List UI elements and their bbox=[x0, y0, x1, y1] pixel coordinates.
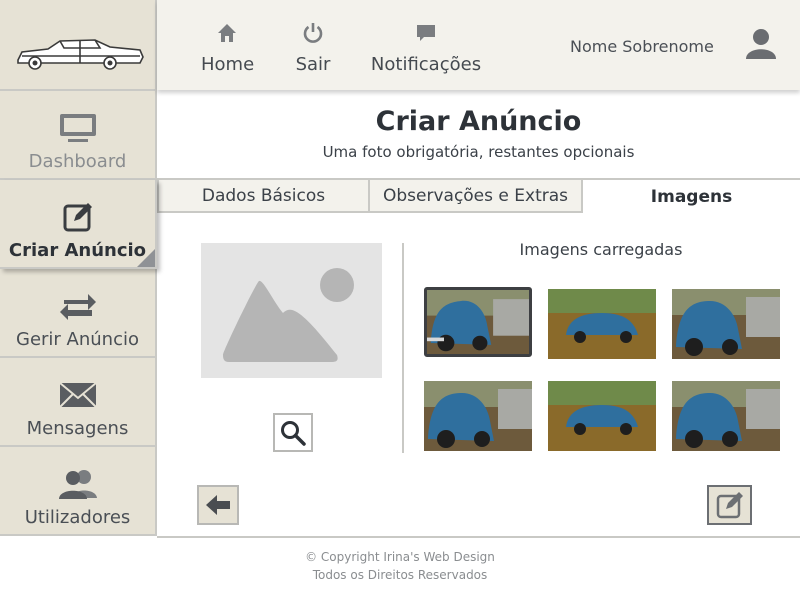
car-logo-icon bbox=[17, 39, 144, 70]
tab-observacoes-extras[interactable]: Observações e Extras bbox=[368, 180, 583, 213]
search-icon bbox=[281, 420, 306, 446]
sidebar-item-gerir-anuncio[interactable]: Gerir Anúncio bbox=[0, 269, 157, 358]
image-placeholder[interactable] bbox=[201, 243, 382, 378]
footer: © Copyright Irina's Web Design Todos os … bbox=[0, 548, 800, 584]
vertical-divider bbox=[402, 243, 404, 453]
uploaded-image-thumb[interactable] bbox=[424, 287, 532, 357]
edit-icon bbox=[0, 200, 155, 234]
active-indicator bbox=[137, 249, 155, 267]
sidebar-item-label: Dashboard bbox=[28, 151, 127, 172]
nav-notifications-label: Notificações bbox=[370, 54, 482, 75]
sidebar-item-utilizadores[interactable]: Utilizadores bbox=[0, 447, 157, 536]
footer-rights: Todos os Direitos Reservados bbox=[312, 568, 488, 582]
back-button[interactable] bbox=[197, 485, 239, 525]
chat-bubble-icon bbox=[370, 18, 482, 48]
user-name[interactable]: Nome Sobrenome bbox=[570, 37, 714, 56]
user-avatar-icon[interactable] bbox=[745, 28, 777, 64]
nav-logout-button[interactable]: Sair bbox=[291, 18, 335, 75]
nav-notifications-button[interactable]: Notificações bbox=[370, 18, 482, 75]
uploaded-image-thumb[interactable] bbox=[548, 381, 656, 451]
sidebar-item-label: Utilizadores bbox=[24, 507, 131, 528]
uploaded-image-thumb[interactable] bbox=[672, 289, 780, 359]
uploaded-image-thumb[interactable] bbox=[548, 289, 656, 359]
swap-arrows-icon bbox=[0, 289, 155, 323]
tab-imagens[interactable]: Imagens bbox=[583, 180, 800, 213]
page-subtitle: Uma foto obrigatória, restantes opcionai… bbox=[322, 143, 635, 161]
main-content: Criar Anúncio Uma foto obrigatória, rest… bbox=[157, 90, 800, 538]
power-icon bbox=[291, 18, 335, 48]
nav-home-button[interactable]: Home bbox=[201, 18, 255, 75]
uploaded-image-thumb[interactable] bbox=[672, 381, 780, 451]
app-window: Dashboard Criar Anúncio Gerir Anúncio Me… bbox=[0, 0, 800, 600]
sidebar-item-criar-anuncio[interactable]: Criar Anúncio bbox=[0, 180, 157, 269]
uploaded-image-thumb[interactable] bbox=[424, 381, 532, 451]
sidebar-item-label: Gerir Anúncio bbox=[16, 329, 139, 350]
users-icon bbox=[0, 467, 155, 501]
logo-area bbox=[0, 0, 157, 91]
nav-home-label: Home bbox=[201, 54, 255, 75]
sidebar-item-mensagens[interactable]: Mensagens bbox=[0, 358, 157, 447]
arrow-left-icon bbox=[206, 495, 230, 515]
footer-copyright: © Copyright Irina's Web Design bbox=[305, 550, 495, 564]
envelope-icon bbox=[0, 378, 155, 412]
nav-logout-label: Sair bbox=[295, 54, 331, 75]
sidebar: Dashboard Criar Anúncio Gerir Anúncio Me… bbox=[0, 91, 157, 538]
sidebar-item-dashboard[interactable]: Dashboard bbox=[0, 91, 157, 180]
sidebar-item-label: Mensagens bbox=[26, 418, 129, 439]
uploaded-images-title: Imagens carregadas bbox=[519, 240, 683, 259]
home-icon bbox=[201, 18, 253, 48]
search-image-button[interactable] bbox=[273, 413, 313, 452]
monitor-icon bbox=[0, 111, 155, 145]
top-nav-bar: Home Sair Notificações Nome Sobrenome bbox=[157, 0, 800, 90]
image-placeholder-icon bbox=[223, 268, 354, 362]
edit-submit-button[interactable] bbox=[707, 485, 752, 525]
edit-icon bbox=[716, 492, 743, 519]
tab-dados-basicos[interactable]: Dados Básicos bbox=[157, 180, 370, 213]
page-title: Criar Anúncio bbox=[375, 106, 582, 137]
sidebar-item-label: Criar Anúncio bbox=[8, 240, 147, 261]
